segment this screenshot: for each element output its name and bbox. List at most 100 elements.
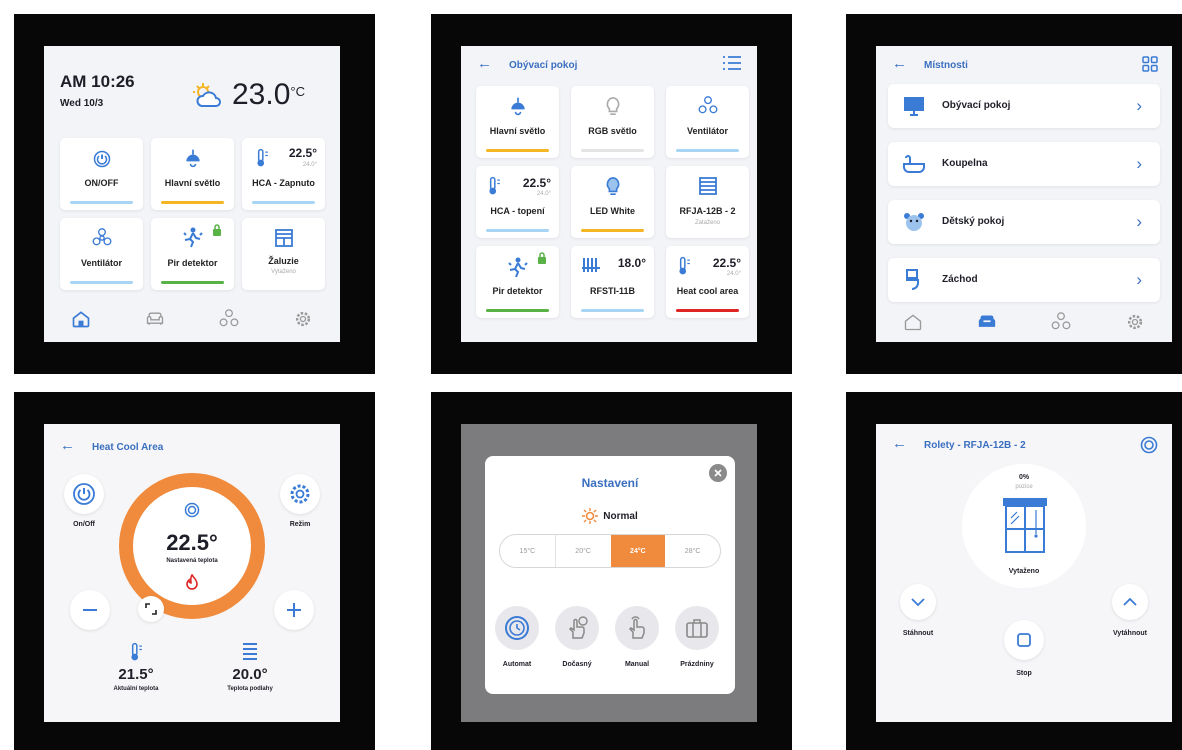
bottom-nav <box>44 296 340 342</box>
tile-label: Heat cool area <box>676 286 739 296</box>
tile-setpoint: 24.0° <box>536 191 551 197</box>
temp-option[interactable]: 15°C <box>500 535 555 567</box>
status-bar <box>486 229 549 232</box>
floor-temperature: 20.0° <box>232 666 268 683</box>
sofa-icon[interactable] <box>977 312 997 332</box>
tile-main-light[interactable]: Hlavní světlo <box>476 86 559 158</box>
temp-option-selected[interactable]: 24°C <box>610 535 666 567</box>
back-arrow-icon[interactable]: ← <box>477 56 492 71</box>
light-bulb-icon <box>606 96 619 115</box>
tile-label: RGB světlo <box>588 126 637 136</box>
mode-indicator: Normal <box>485 508 735 524</box>
sofa-icon[interactable] <box>145 309 165 329</box>
tile-label: RFSTI-11B <box>589 286 635 296</box>
status-bar <box>486 309 549 312</box>
page-title: Heat Cool Area <box>92 442 164 453</box>
bottom-nav <box>876 302 1172 342</box>
mode-automat-button[interactable] <box>495 606 539 650</box>
tile-value: 22.5° <box>288 146 317 160</box>
tile-rfja[interactable]: Zataženo RFJA-12B - 2 <box>666 166 749 238</box>
fan-icon[interactable] <box>1051 312 1071 332</box>
room-label: Koupelna <box>942 158 988 169</box>
mode-holiday-button[interactable] <box>675 606 719 650</box>
onoff-button[interactable] <box>64 474 104 514</box>
chevron-right-icon: › <box>1136 270 1142 289</box>
tile-label: ON/OFF <box>84 178 119 188</box>
tile-fan[interactable]: Ventilátor <box>666 86 749 158</box>
ceiling-lamp-icon <box>185 149 200 168</box>
home-icon[interactable] <box>903 312 923 332</box>
toilet-icon <box>906 269 919 290</box>
expand-button[interactable] <box>138 596 164 622</box>
clock-date: Wed 10/3 <box>60 98 104 109</box>
room-row-living[interactable]: Obývací pokoj › <box>888 84 1160 128</box>
room-row-kids[interactable]: Dětský pokoj › <box>888 200 1160 244</box>
bathtub-icon <box>903 155 925 173</box>
mode-manual-label: Manual <box>624 661 650 668</box>
status-bar <box>70 201 133 204</box>
up-button[interactable] <box>1112 584 1148 620</box>
status-bar <box>581 149 644 152</box>
tile-label: HCA - topení <box>490 206 545 216</box>
tile-blinds[interactable]: Žaluzie Vytaženo <box>242 218 325 290</box>
tile-heat-cool[interactable]: 22.5° 24.0° Heat cool area <box>666 246 749 318</box>
temp-option[interactable]: 28°C <box>665 535 720 567</box>
gear-icon[interactable] <box>293 309 313 329</box>
blinds-icon <box>274 229 293 247</box>
motion-sensor-icon <box>507 257 528 278</box>
tile-status: Zataženo <box>694 220 721 226</box>
tile-hca[interactable]: 22.5° 24.0° HCA - Zapnuto <box>242 138 325 210</box>
stop-button[interactable] <box>1004 620 1044 660</box>
chevron-right-icon: › <box>1136 212 1142 231</box>
tile-fan[interactable]: Ventilátor <box>60 218 143 290</box>
mode-manual-button[interactable] <box>615 606 659 650</box>
back-arrow-icon[interactable]: ← <box>892 56 907 71</box>
tile-main-light[interactable]: Hlavní světlo <box>151 138 234 210</box>
down-label: Stáhnout <box>902 630 934 637</box>
window-blinds-icon <box>1003 498 1047 553</box>
mode-temporary-button[interactable] <box>555 606 599 650</box>
tile-pir[interactable]: Pir detektor <box>151 218 234 290</box>
fan-icon[interactable] <box>219 309 239 329</box>
tile-value: 18.0° <box>617 256 646 270</box>
mode-button[interactable] <box>280 474 320 514</box>
status-bar <box>676 149 739 152</box>
increase-button[interactable] <box>274 590 314 630</box>
back-arrow-icon[interactable]: ← <box>60 438 75 453</box>
clock-time: AM 10:26 <box>60 72 135 91</box>
gear-icon[interactable] <box>1125 312 1145 332</box>
tile-hca[interactable]: 22.5° 24.0° HCA - topení <box>476 166 559 238</box>
room-row-bathroom[interactable]: Koupelna › <box>888 142 1160 186</box>
temp-unit: °C <box>290 84 305 99</box>
temp-selector: 15°C 20°C 24°C 28°C <box>499 534 721 568</box>
tile-led-white[interactable]: LED White <box>571 166 654 238</box>
set-temperature: 22.5° <box>166 530 218 555</box>
tile-icon-wrap <box>666 96 749 116</box>
tile-onoff[interactable]: ON/OFF <box>60 138 143 210</box>
down-button[interactable] <box>900 584 936 620</box>
mode-automat-label: Automat <box>502 661 532 668</box>
chevron-right-icon: › <box>1136 96 1142 115</box>
tile-icon-wrap <box>571 176 654 196</box>
tile-pir[interactable]: Pir detektor <box>476 246 559 318</box>
temp-option[interactable]: 20°C <box>554 535 611 567</box>
status-bar <box>252 201 315 204</box>
room-label: Záchod <box>942 274 978 285</box>
grid-view-icon[interactable] <box>1142 56 1158 72</box>
flame-icon <box>186 574 198 590</box>
room-row-toilet[interactable]: Záchod › <box>888 258 1160 302</box>
tile-rgb-light[interactable]: RGB světlo <box>571 86 654 158</box>
status-bar <box>161 281 224 284</box>
plus-icon <box>287 603 301 617</box>
tile-rfsti[interactable]: 18.0° RFSTI-11B <box>571 246 654 318</box>
up-label: Vytáhnout <box>1113 630 1147 637</box>
tile-label: Ventilátor <box>686 126 728 136</box>
fan-icon <box>92 228 111 246</box>
decrease-button[interactable] <box>70 590 110 630</box>
page-title: Místnosti <box>924 60 968 71</box>
tile-value: 22.5° <box>712 256 741 270</box>
back-arrow-icon[interactable]: ← <box>892 436 907 451</box>
list-view-icon[interactable] <box>723 56 741 70</box>
target-icon[interactable] <box>1140 436 1158 454</box>
home-icon[interactable] <box>71 309 91 329</box>
